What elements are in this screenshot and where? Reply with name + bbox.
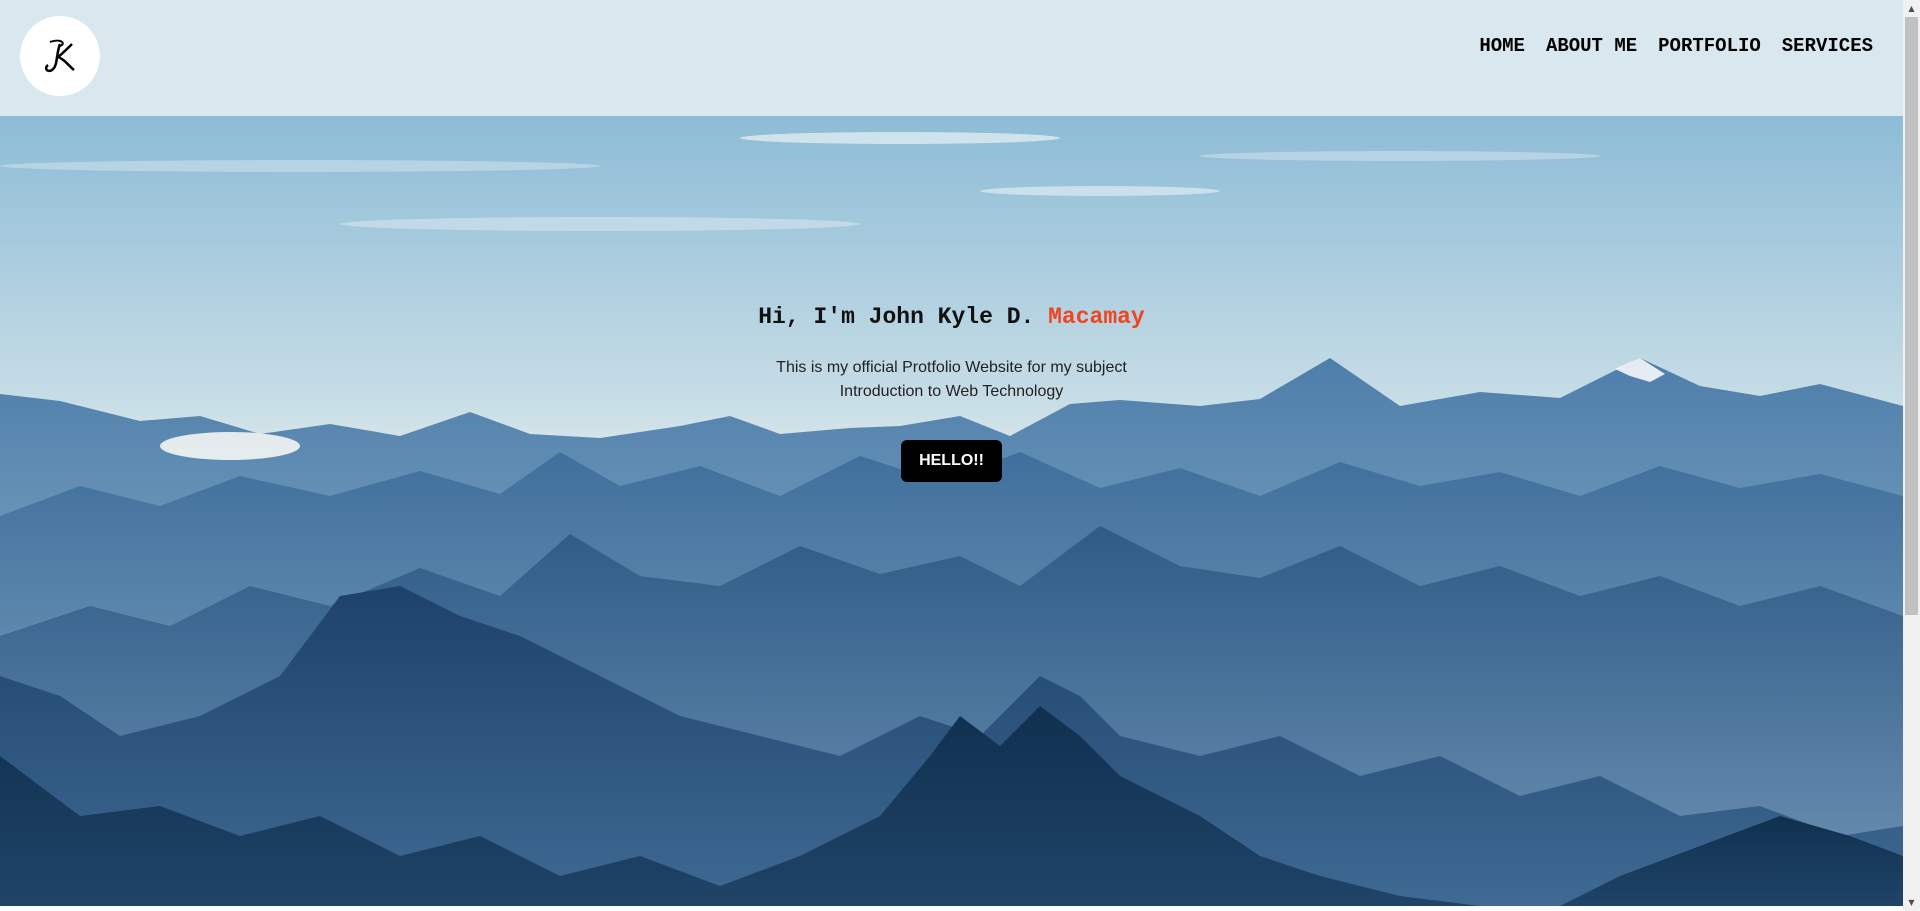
hero-section: Hi, I'm John Kyle D. Macamay This is my … — [0, 116, 1903, 906]
hero-subtitle: This is my official Protfolio Website fo… — [0, 356, 1903, 404]
hero-title: Hi, I'm John Kyle D. Macamay — [0, 304, 1903, 330]
scrollbar-thumb[interactable] — [1905, 17, 1918, 615]
page: HOME ABOUT ME PORTFOLIO SERVICES Hi, I'm… — [0, 0, 1903, 911]
nav-home[interactable]: HOME — [1479, 35, 1525, 57]
nav-about-me[interactable]: ABOUT ME — [1546, 35, 1637, 57]
vertical-scrollbar[interactable]: ▲ ▼ — [1903, 0, 1920, 911]
hero-subtitle-line-1: This is my official Protfolio Website fo… — [776, 359, 1127, 376]
mountain-landscape-image — [0, 116, 1903, 906]
site-header: HOME ABOUT ME PORTFOLIO SERVICES — [0, 0, 1903, 116]
nav-portfolio[interactable]: PORTFOLIO — [1658, 35, 1761, 57]
hero-subtitle-line-2: Introduction to Web Technology — [839, 383, 1064, 400]
hello-button[interactable]: HELLO!! — [901, 440, 1002, 482]
hero-title-accent: Macamay — [1048, 304, 1145, 330]
jk-monogram-icon — [44, 39, 75, 73]
main-nav: HOME ABOUT ME PORTFOLIO SERVICES — [1458, 35, 1873, 57]
page-bottom-edge — [0, 906, 1903, 911]
logo[interactable] — [20, 16, 100, 96]
scroll-up-arrow-icon[interactable]: ▲ — [1903, 0, 1920, 17]
nav-services[interactable]: SERVICES — [1782, 35, 1873, 57]
hero-title-prefix: Hi, I'm John Kyle D. — [758, 304, 1035, 330]
scroll-down-arrow-icon[interactable]: ▼ — [1903, 894, 1920, 911]
